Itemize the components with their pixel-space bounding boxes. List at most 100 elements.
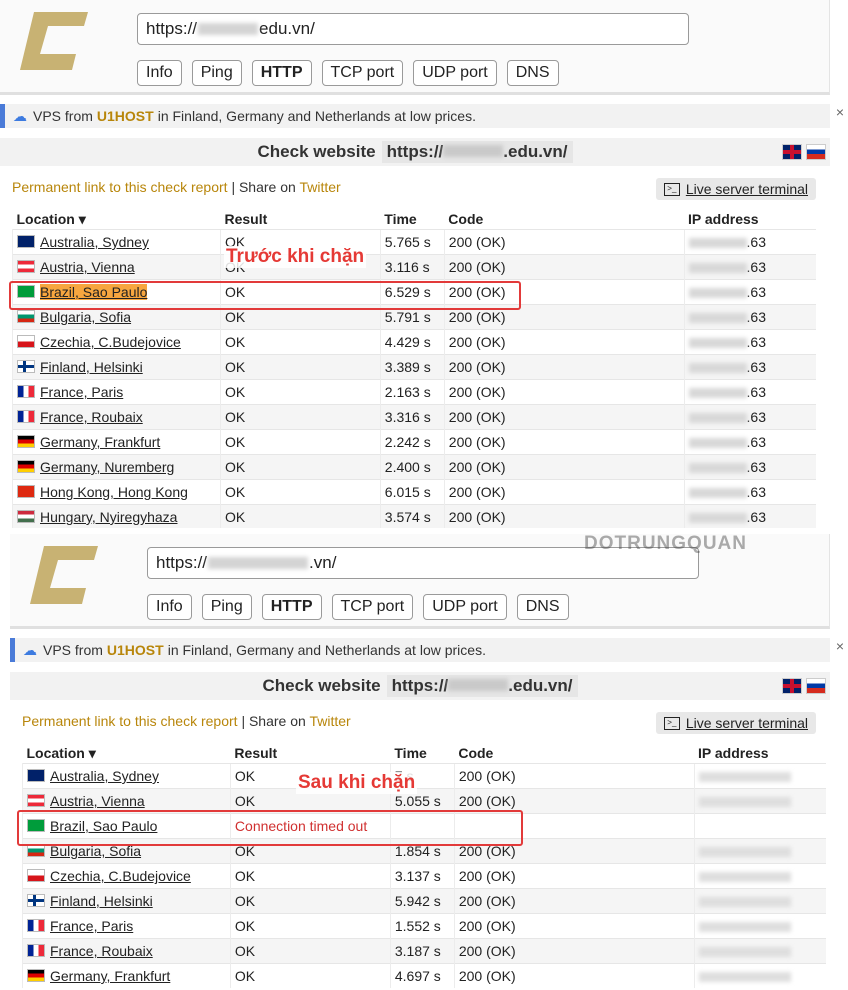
col-result: Result [234,745,278,761]
fr-flag-icon [17,410,35,423]
col-ip: IP address [688,211,759,227]
cell-code: 200 (OK) [443,454,685,480]
cell-result: OK [229,913,391,939]
cell-result: OK [219,429,381,455]
location-link[interactable]: France, Roubaix [40,409,143,425]
cell-code: 200 (OK) [443,479,685,505]
top-panel: https:// edu.vn/ Info Ping HTTP TCP port … [0,0,848,528]
table-row: France, Paris OK 2.163 s 200 (OK) .63 [12,379,816,405]
ip-redacted [698,872,791,883]
close-promo-button[interactable]: × [832,638,848,654]
cell-result: OK [219,454,381,480]
ip-redacted [698,797,791,808]
promo-banner[interactable]: ☁ VPS from U1HOST in Finland, Germany an… [0,104,830,128]
live-terminal-button[interactable]: >_ Live server terminal [655,178,816,200]
tab-udp-port[interactable]: UDP port [413,60,497,86]
table-header-row: Location ▾ Result Time Code IP address [13,209,817,230]
cell-result: OK [229,963,391,988]
cz-flag-icon [27,869,45,882]
tab-http[interactable]: HTTP [261,594,322,620]
location-link[interactable]: France, Roubaix [50,943,153,959]
check-label: Check website [262,676,381,695]
results-table: Location ▾ Result Time Code IP address A… [12,209,816,528]
cell-ip: .63 [683,354,816,380]
table-header-row: Location ▾ Result Time Code IP address [23,743,827,764]
location-link[interactable]: Germany, Frankfurt [40,434,160,450]
location-link[interactable]: Austria, Vienna [40,259,135,275]
cell-time: 3.187 s [389,938,455,964]
permanent-link[interactable]: Permanent link to this check report [12,179,228,195]
location-link[interactable]: Czechia, C.Budejovice [40,334,181,350]
location-link[interactable]: Bulgaria, Sofia [40,309,131,325]
twitter-link[interactable]: Twitter [299,179,340,195]
location-link[interactable]: Hungary, Nyiregyhaza [40,509,177,525]
location-link[interactable]: Germany, Nuremberg [40,459,174,475]
tab-tcp-port[interactable]: TCP port [331,594,414,620]
cell-location: Germany, Nuremberg [12,454,221,480]
cell-code: 200 (OK) [453,938,695,964]
live-terminal-button[interactable]: >_ Live server terminal [655,712,816,734]
link-separator: | [231,179,236,195]
promo-text-post: in Finland, Germany and Netherlands at l… [157,108,476,124]
tab-info[interactable]: Info [147,594,192,620]
cell-ip: .63 [683,429,816,455]
location-link[interactable]: Finland, Helsinki [40,359,143,375]
tab-ping[interactable]: Ping [191,60,242,86]
cell-code: 200 (OK) [443,329,685,355]
twitter-link[interactable]: Twitter [309,713,350,729]
tab-http[interactable]: HTTP [251,60,312,86]
cell-location: Hong Kong, Hong Kong [12,479,221,505]
col-location[interactable]: Location ▾ [23,743,231,764]
col-location[interactable]: Location ▾ [13,209,221,230]
promo-brand[interactable]: U1HOST [97,108,154,124]
close-promo-button[interactable]: × [832,104,848,120]
location-link[interactable]: Australia, Sydney [50,768,159,784]
ip-redacted [688,288,747,299]
tab-dns[interactable]: DNS [506,60,559,86]
permanent-link[interactable]: Permanent link to this check report [22,713,238,729]
tab-udp-port[interactable]: UDP port [423,594,507,620]
cell-location: France, Roubaix [12,404,221,430]
url-input[interactable]: https:// edu.vn/ [137,13,689,45]
annotation-after: Sau khi chặn [296,772,418,794]
location-link[interactable]: Hong Kong, Hong Kong [40,484,188,500]
cell-code: 200 (OK) [443,429,685,455]
cell-ip [693,763,826,789]
cell-code: 200 (OK) [443,254,685,280]
share-label: Share on [248,713,306,729]
location-link[interactable]: Australia, Sydney [40,234,149,250]
table-row: Australia, Sydney OK 5.765 s 200 (OK) .63 [12,229,816,255]
col-code: Code [458,745,494,761]
tab-ping[interactable]: Ping [201,594,252,620]
fr-flag-icon [27,919,45,932]
russian-flag-icon[interactable] [806,144,826,160]
cell-location: Australia, Sydney [12,229,221,255]
col-code: Code [448,211,484,227]
cell-code: 200 (OK) [443,354,685,380]
report-links: Permanent link to this check report | Sh… [22,713,351,729]
cell-time: 1.552 s [389,913,455,939]
location-link[interactable]: Czechia, C.Budejovice [50,868,191,884]
location-link[interactable]: Germany, Frankfurt [50,968,170,984]
cell-code: 200 (OK) [453,863,695,889]
cell-location: France, Paris [22,913,231,939]
location-link[interactable]: Austria, Vienna [50,793,145,809]
location-link[interactable]: Finland, Helsinki [50,893,153,909]
ip-tail: .63 [746,409,766,425]
location-link[interactable]: France, Paris [50,918,133,934]
hk-flag-icon [17,485,35,498]
tab-dns[interactable]: DNS [516,594,569,620]
promo-banner[interactable]: ☁ VPS from U1HOST in Finland, Germany an… [10,638,830,662]
promo-brand[interactable]: U1HOST [107,642,164,658]
english-flag-icon[interactable] [782,678,802,694]
location-link[interactable]: France, Paris [40,384,123,400]
tab-info[interactable]: Info [137,60,182,86]
cell-time: 5.765 s [379,229,445,255]
promo-text-pre: VPS from [43,642,103,658]
de-flag-icon [17,460,35,473]
english-flag-icon[interactable] [782,144,802,160]
russian-flag-icon[interactable] [806,678,826,694]
checked-url-suffix: .edu.vn/ [503,142,568,161]
tab-tcp-port[interactable]: TCP port [321,60,404,86]
cell-time: 3.116 s [379,254,445,280]
